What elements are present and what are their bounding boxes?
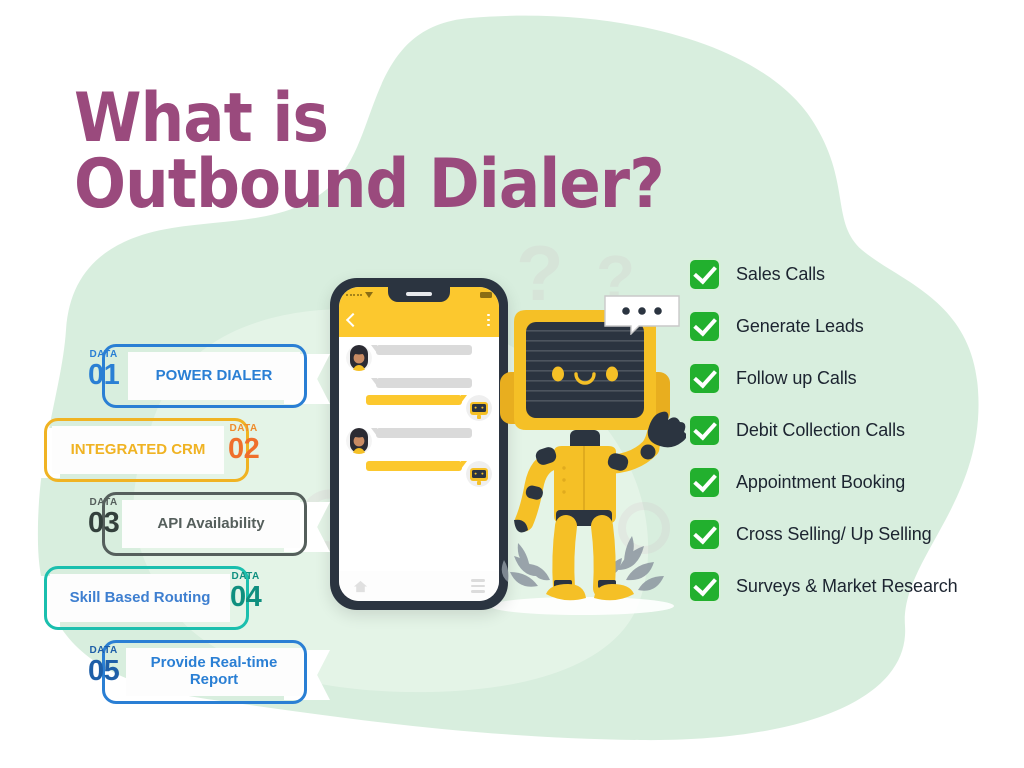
data-number: 05 (88, 655, 120, 687)
leaf-decoration-left (501, 543, 550, 587)
data-number: 04 (230, 581, 262, 613)
title-line-1: What is (74, 78, 329, 158)
robot-eye-right (606, 366, 618, 382)
robot-leg-left (552, 515, 577, 599)
speech-bubble-typing (604, 295, 680, 335)
chat-message-out (346, 395, 492, 421)
data-card-01[interactable]: POWER DIALER DATA 01 (0, 344, 330, 414)
yellow-robot-mascot (500, 310, 686, 601)
data-card-04[interactable]: Skill Based Routing DATA 04 (0, 566, 330, 636)
chat-app-bar (339, 303, 499, 337)
card-label: API Availability (122, 500, 300, 548)
checkbox-checked-icon[interactable] (688, 569, 721, 603)
home-icon[interactable] (353, 579, 368, 594)
checklist-item[interactable]: Appointment Booking (688, 456, 1018, 508)
card-number-group: DATA 04 (230, 572, 262, 613)
checkbox-checked-icon[interactable] (688, 257, 721, 291)
checklist-label: Appointment Booking (736, 471, 906, 492)
chat-message-in (346, 428, 492, 454)
data-card-03[interactable]: API Availability DATA 03 (0, 492, 330, 562)
message-bubble (371, 345, 472, 355)
woman-avatar (346, 428, 372, 454)
data-card-02[interactable]: INTEGRATED CRM DATA 02 (0, 418, 330, 488)
data-number: 02 (228, 433, 260, 465)
card-number-group: DATA 01 (88, 350, 120, 391)
data-number: 03 (88, 507, 120, 539)
earpiece-speaker (406, 292, 432, 296)
message-bubble (366, 461, 467, 471)
checklist-item[interactable]: Sales Calls (688, 248, 1018, 300)
checkbox-checked-icon[interactable] (688, 465, 721, 499)
typing-dot (622, 307, 630, 315)
message-bubble (371, 428, 472, 438)
checkbox-checked-icon[interactable] (688, 361, 721, 395)
card-label: Provide Real-time Report (126, 648, 302, 696)
checklist-label: Sales Calls (736, 263, 825, 284)
battery-icon (480, 292, 492, 298)
title-line-2: Outbound Dialer? (74, 145, 665, 225)
checkbox-checked-icon[interactable] (688, 309, 721, 343)
data-cards-list: POWER DIALER DATA 01 INTEGRATED CRM DATA… (0, 344, 330, 714)
chevron-left-icon[interactable] (345, 312, 361, 328)
checklist-item[interactable]: Debit Collection Calls (688, 404, 1018, 456)
card-label: POWER DIALER (128, 352, 300, 400)
robot-leg-right (591, 515, 616, 599)
checklist-label: Surveys & Market Research (736, 575, 958, 596)
kebab-menu-icon[interactable] (487, 313, 490, 327)
signal-dots-icon (346, 294, 362, 296)
data-card-05[interactable]: Provide Real-time Report DATA 05 (0, 640, 330, 710)
checklist-item[interactable]: Surveys & Market Research (688, 560, 1018, 612)
robot-avatar (466, 461, 492, 487)
checklist-item[interactable]: Cross Selling/ Up Selling (688, 508, 1018, 560)
message-bubble (366, 395, 467, 405)
typing-dot (654, 307, 662, 315)
robot-eye-left (552, 366, 564, 382)
phone-mockup (330, 278, 508, 610)
message-bubble (371, 378, 472, 388)
card-number-group: DATA 03 (88, 498, 120, 539)
page-title: What is Outbound Dialer? (74, 78, 774, 225)
card-number-group: DATA 05 (88, 646, 120, 687)
checklist-item[interactable]: Generate Leads (688, 300, 1018, 352)
chat-thread (339, 337, 499, 575)
robot-button (562, 490, 566, 494)
chat-message-in (346, 345, 492, 371)
typing-dot (638, 307, 646, 315)
robot-avatar (466, 395, 492, 421)
checklist-item[interactable]: Follow up Calls (688, 352, 1018, 404)
robot-button (562, 478, 566, 482)
checklist-label: Follow up Calls (736, 367, 857, 388)
phone-notch (388, 287, 450, 302)
wifi-icon (365, 292, 373, 298)
checkbox-checked-icon[interactable] (688, 517, 721, 551)
feature-checklist: Sales Calls Generate Leads Follow up Cal… (688, 248, 1018, 612)
phone-screen (339, 287, 499, 601)
hamburger-menu-icon[interactable] (471, 579, 485, 593)
infographic-canvas: ? ? What is Outbound Dialer? POWER DIALE… (0, 0, 1024, 768)
chat-message-out (346, 461, 492, 487)
woman-avatar (346, 345, 372, 371)
card-label: INTEGRATED CRM (52, 426, 224, 474)
robot-foot-left (546, 584, 586, 601)
checklist-label: Cross Selling/ Up Selling (736, 523, 932, 544)
phone-bottom-nav (339, 571, 499, 601)
robot-elbow-right (640, 444, 656, 460)
robot-button (562, 466, 566, 470)
checklist-label: Debit Collection Calls (736, 419, 905, 440)
data-number: 01 (88, 359, 120, 391)
chat-message-in (346, 378, 492, 388)
checkbox-checked-icon[interactable] (688, 413, 721, 447)
card-number-group: DATA 02 (228, 424, 260, 465)
card-label: Skill Based Routing (50, 574, 230, 622)
checklist-label: Generate Leads (736, 315, 864, 336)
